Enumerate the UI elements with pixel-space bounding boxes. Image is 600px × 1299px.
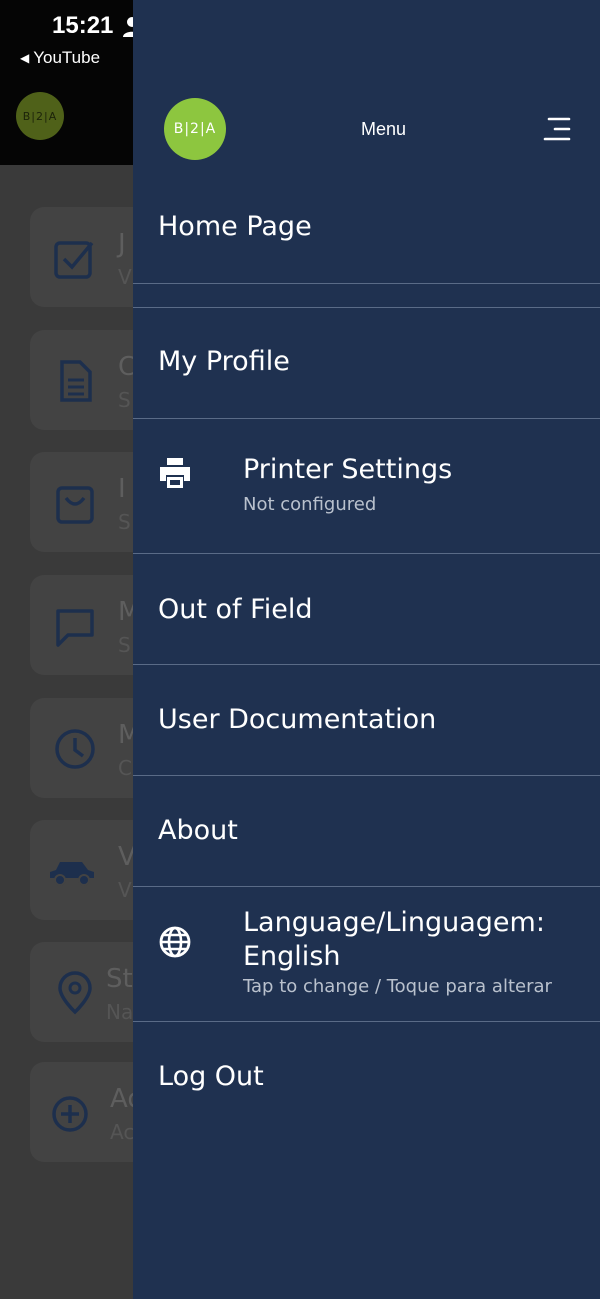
drawer-logo: B|2|A <box>164 98 226 160</box>
background-card-title: I <box>118 474 126 504</box>
back-app-label: YouTube <box>33 48 101 67</box>
background-card-sub: Ac <box>110 1120 135 1144</box>
chat-icon <box>52 603 98 649</box>
menu-item-label: My Profile <box>158 346 290 377</box>
back-arrow-icon: ◀ <box>20 51 30 65</box>
printer-icon <box>159 457 191 489</box>
globe-icon <box>159 926 191 958</box>
menu-item-label-value: English <box>243 941 341 972</box>
menu-item-label: About <box>158 815 238 846</box>
background-card-title: St <box>106 964 133 994</box>
menu-item-sublabel: Not configured <box>243 494 377 515</box>
status-time: 15:21 <box>52 12 114 39</box>
background-logo: B|2|A <box>16 92 64 140</box>
background-card-sub: V <box>118 265 132 289</box>
back-to-app-link[interactable]: ◀ YouTube <box>20 48 100 68</box>
location-pin-icon <box>52 970 98 1016</box>
clock-icon <box>52 726 98 772</box>
menu-item-label: User Documentation <box>158 704 437 735</box>
menu-item-sublabel: Tap to change / Toque para alterar <box>243 976 552 997</box>
menu-item-user-documentation[interactable]: User Documentation <box>133 665 600 775</box>
drawer-title: Menu <box>361 119 407 139</box>
menu-item-home-page[interactable]: Home Page <box>133 195 600 283</box>
menu-item-label: Printer Settings <box>243 454 453 485</box>
menu-item-out-of-field[interactable]: Out of Field <box>133 554 600 664</box>
document-icon <box>52 358 98 404</box>
side-menu-drawer: B|2|A Menu Home Page My Profile Printer … <box>133 0 600 1299</box>
divider <box>133 283 600 284</box>
car-icon <box>48 848 94 894</box>
menu-item-label: Out of Field <box>158 594 313 625</box>
background-card-sub: S <box>118 510 131 534</box>
menu-item-printer-settings[interactable]: Printer Settings Not configured <box>133 419 600 553</box>
menu-item-about[interactable]: About <box>133 776 600 886</box>
menu-item-log-out[interactable]: Log Out <box>133 1022 600 1132</box>
background-card-sub: S <box>118 388 131 412</box>
menu-item-label: Log Out <box>158 1061 264 1092</box>
menu-item-language[interactable]: Language/Linguagem: English Tap to chang… <box>133 887 600 1021</box>
background-card-sub: V <box>118 878 132 902</box>
menu-item-label: Language/Linguagem: <box>243 907 545 938</box>
background-card-sub: Na <box>106 1000 134 1024</box>
background-card-title: J <box>118 229 126 259</box>
background-card-sub: C <box>118 756 132 780</box>
plus-circle-icon <box>52 1090 98 1136</box>
menu-toggle-icon[interactable] <box>543 116 571 142</box>
checkbox-icon <box>52 235 98 281</box>
background-card-sub: S <box>118 633 131 657</box>
menu-item-label: Home Page <box>158 211 312 242</box>
menu-item-my-profile[interactable]: My Profile <box>133 308 600 418</box>
shopping-bag-icon <box>52 480 98 526</box>
